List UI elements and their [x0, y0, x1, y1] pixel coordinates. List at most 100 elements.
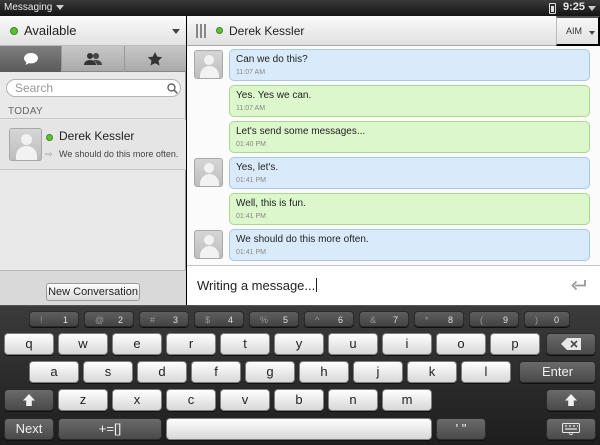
key-b[interactable]: b — [274, 389, 324, 411]
key-g[interactable]: g — [245, 361, 295, 383]
key-u[interactable]: u — [328, 333, 378, 355]
key-w[interactable]: w — [58, 333, 108, 355]
service-selector[interactable]: AIM — [556, 16, 600, 46]
key-t[interactable]: t — [220, 333, 270, 355]
key-digit: 1 — [62, 315, 68, 325]
service-label: AIM — [566, 26, 583, 36]
key-z[interactable]: z — [58, 389, 108, 411]
key-q[interactable]: q — [4, 333, 54, 355]
key-4[interactable]: $4 — [194, 311, 244, 327]
space-key[interactable] — [166, 418, 432, 440]
presence-available-icon — [216, 27, 223, 34]
message-draft-text: Writing a message... — [197, 278, 316, 293]
my-status-label: Available — [24, 23, 77, 38]
shift-icon — [23, 394, 35, 406]
message-text: Let's send some messages... — [236, 126, 366, 137]
quote-key[interactable]: ' " — [436, 418, 486, 440]
key-digit: 6 — [337, 315, 343, 325]
key-7[interactable]: & 7 — [359, 311, 409, 327]
key-y[interactable]: y — [274, 333, 324, 355]
my-status-selector[interactable]: Available — [0, 16, 186, 46]
key-c[interactable]: c — [166, 389, 216, 411]
key-x[interactable]: x — [112, 389, 162, 411]
search-input[interactable] — [15, 81, 155, 95]
message-text: Yes. Yes we can. — [236, 90, 312, 101]
key-p[interactable]: p — [490, 333, 540, 355]
message-input[interactable]: Writing a message... — [197, 278, 318, 293]
send-icon[interactable] — [571, 279, 587, 291]
message-bubble-outgoing[interactable]: Well, this is fun. 01:41 PM — [229, 193, 590, 225]
backspace-key[interactable] — [546, 333, 596, 355]
message-text: Well, this is fun. — [236, 198, 306, 209]
key-r[interactable]: r — [166, 333, 216, 355]
virtual-keyboard: ! 1 @2 #3 $4 % 5 ^ 6 & 7 * 8 (9 ) 0 q w e r t … — [0, 305, 600, 445]
tab-buddies[interactable] — [62, 46, 125, 72]
key-o[interactable]: o — [436, 333, 486, 355]
key-3[interactable]: #3 — [139, 311, 189, 327]
key-0[interactable]: ) 0 — [524, 311, 570, 327]
chevron-down-icon — [56, 4, 65, 10]
presence-available-icon — [10, 27, 18, 35]
next-key[interactable]: Next — [4, 418, 54, 440]
drag-handle-icon[interactable] — [196, 24, 206, 38]
battery-icon — [549, 3, 556, 14]
hide-keyboard-key[interactable] — [546, 418, 596, 440]
chat-header: Derek Kessler AIM — [187, 16, 600, 46]
key-e[interactable]: e — [112, 333, 162, 355]
reply-arrow-icon: ⇨ — [45, 149, 53, 159]
buddies-icon — [83, 53, 102, 65]
key-2[interactable]: @2 — [84, 311, 134, 327]
section-header-today: TODAY — [8, 106, 44, 117]
status-chevron-icon[interactable] — [588, 6, 596, 11]
key-5[interactable]: % 5 — [249, 311, 299, 327]
key-n[interactable]: n — [328, 389, 378, 411]
message-timestamp: 01:41 PM — [236, 249, 266, 256]
key-f[interactable]: f — [191, 361, 241, 383]
avatar — [194, 230, 223, 259]
message-bubble-outgoing[interactable]: Let's send some messages... 01:40 PM — [229, 121, 590, 153]
view-tabs — [0, 46, 186, 72]
key-d[interactable]: d — [137, 361, 187, 383]
key-symbol: $ — [205, 315, 211, 325]
message-bubble-incoming[interactable]: We should do this more often. 01:41 PM — [229, 229, 590, 261]
key-1[interactable]: ! 1 — [29, 311, 79, 327]
app-name: Messaging — [4, 2, 53, 13]
key-digit: 7 — [392, 315, 398, 325]
message-bubble-incoming[interactable]: Can we do this? 11:07 AM — [229, 49, 590, 81]
new-conversation-button[interactable]: New Conversation — [46, 283, 140, 301]
key-l[interactable]: l — [461, 361, 511, 383]
text-cursor — [316, 278, 318, 292]
keyboard-icon — [562, 423, 580, 435]
key-k[interactable]: k — [407, 361, 457, 383]
key-9[interactable]: (9 — [469, 311, 519, 327]
message-timestamp: 01:41 PM — [236, 213, 266, 220]
shift-key-left[interactable] — [4, 389, 54, 411]
key-s[interactable]: s — [83, 361, 133, 383]
message-bubble-outgoing[interactable]: Yes. Yes we can. 11:07 AM — [229, 85, 590, 117]
message-composer[interactable]: Writing a message... — [187, 265, 600, 305]
message-bubble-incoming[interactable]: Yes, let's. 01:41 PM — [229, 157, 590, 189]
search-icon — [167, 83, 178, 94]
key-m[interactable]: m — [382, 389, 432, 411]
symbols-key[interactable]: +=[] — [58, 418, 162, 440]
key-digit: 3 — [172, 315, 178, 325]
key-i[interactable]: i — [382, 333, 432, 355]
key-h[interactable]: h — [299, 361, 349, 383]
tab-favorites[interactable] — [125, 46, 186, 72]
key-8[interactable]: * 8 — [414, 311, 464, 327]
search-field[interactable] — [6, 79, 181, 97]
conversation-preview: We should do this more often. — [59, 149, 179, 159]
presence-available-icon — [46, 134, 53, 141]
key-v[interactable]: v — [220, 389, 270, 411]
avatar — [194, 158, 223, 187]
app-menu[interactable]: Messaging — [4, 2, 65, 13]
key-6[interactable]: ^ 6 — [304, 311, 354, 327]
shift-key-right[interactable] — [546, 389, 596, 411]
enter-key[interactable]: Enter — [519, 361, 596, 383]
tab-conversations[interactable] — [0, 46, 63, 72]
chevron-down-icon — [172, 29, 180, 34]
key-a[interactable]: a — [29, 361, 79, 383]
message-timestamp: 11:07 AM — [236, 69, 266, 76]
conversation-list-item[interactable]: Derek Kessler ⇨ We should do this more o… — [0, 120, 186, 170]
key-j[interactable]: j — [353, 361, 403, 383]
